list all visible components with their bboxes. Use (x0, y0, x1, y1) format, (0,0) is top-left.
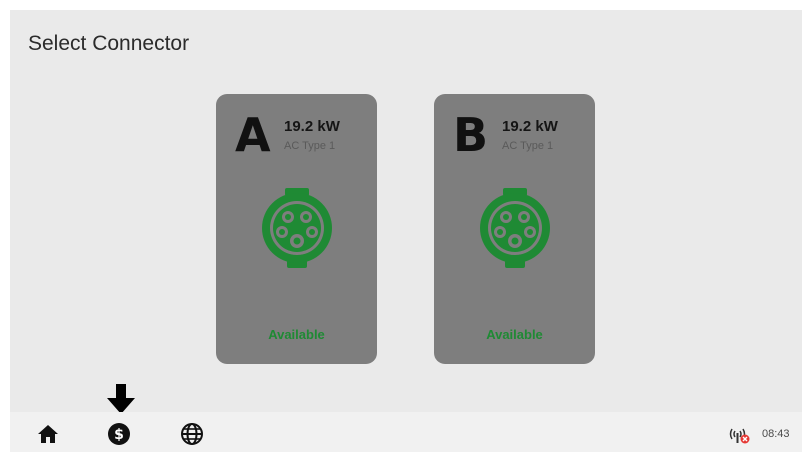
globe-icon[interactable] (180, 422, 204, 446)
svg-text:$: $ (114, 427, 124, 443)
connector-card-a[interactable]: A 19.2 kW AC Type 1 Available (216, 94, 377, 364)
type1-plug-icon (262, 188, 332, 268)
signal-off-icon (729, 428, 750, 444)
connector-card-b[interactable]: B 19.2 kW AC Type 1 Available (434, 94, 595, 364)
type1-plug-icon (480, 188, 550, 268)
page-title: Select Connector (28, 32, 190, 55)
dollar-icon[interactable]: $ (107, 422, 131, 446)
connector-letter: B (453, 108, 489, 162)
connector-power: 19.2 kW (284, 118, 340, 135)
connector-power: 19.2 kW (502, 118, 558, 135)
connector-status: Available (268, 327, 325, 342)
taskbar: $ 08:43 (10, 412, 802, 452)
home-icon[interactable] (36, 422, 60, 446)
connector-type: AC Type 1 (284, 140, 336, 152)
clock: 08:43 (762, 428, 790, 440)
down-arrow-icon (107, 384, 135, 414)
connector-status: Available (486, 327, 543, 342)
connector-type: AC Type 1 (502, 140, 554, 152)
connector-letter: A (235, 108, 271, 162)
